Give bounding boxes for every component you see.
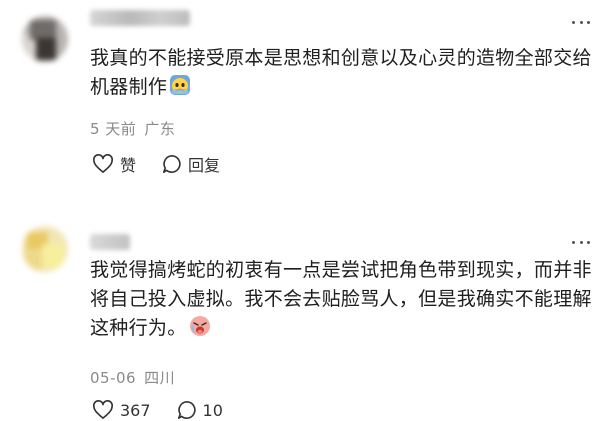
comment-bubble-icon: [177, 401, 196, 419]
comment-text: 我真的不能接受原本是思想和创意以及心灵的造物全部交给机器制作: [90, 44, 595, 105]
reply-button[interactable]: 10: [177, 400, 223, 420]
username-blurred[interactable]: [90, 234, 130, 250]
like-button[interactable]: 赞: [92, 152, 136, 176]
comment-time: 5 天前: [90, 120, 137, 138]
comment-body: 我觉得搞烤蛇的初衷有一点是尝试把角色带到现实，而并非将自己投入虚拟。我不会去贴脸…: [90, 259, 592, 339]
more-horizontal-icon[interactable]: [572, 20, 590, 24]
comment-bubble-icon: [163, 155, 181, 173]
comment-location: 四川: [144, 369, 176, 387]
comment-meta: 5 天前 广东: [90, 118, 175, 139]
comment-actions: 367 10: [92, 400, 249, 420]
crying-face-emoji: [189, 315, 211, 346]
comment-item: 我真的不能接受原本是思想和创意以及心灵的造物全部交给机器制作 5 天前 广东 赞 …: [0, 0, 612, 190]
comment-time: 05-06: [90, 369, 137, 387]
comment-text: 我觉得搞烤蛇的初衷有一点是尝试把角色带到现实，而并非将自己投入虚拟。我不会去贴脸…: [90, 256, 595, 346]
username-blurred[interactable]: [90, 10, 190, 26]
worried-face-emoji: [169, 74, 191, 105]
avatar[interactable]: [22, 226, 68, 272]
comment-body: 我真的不能接受原本是思想和创意以及心灵的造物全部交给机器制作: [90, 47, 592, 98]
avatar[interactable]: [22, 16, 68, 62]
comment-item: 我觉得搞烤蛇的初衷有一点是尝试把角色带到现实，而并非将自己投入虚拟。我不会去贴脸…: [0, 212, 612, 421]
reply-count: 10: [202, 400, 223, 420]
like-count: 367: [120, 400, 151, 420]
like-button[interactable]: 367: [92, 400, 151, 420]
comment-actions: 赞 回复: [92, 152, 246, 176]
comment-meta: 05-06 四川: [90, 367, 175, 388]
reply-button[interactable]: 回复: [162, 152, 220, 176]
like-label: 赞: [120, 156, 137, 175]
more-horizontal-icon[interactable]: [572, 240, 590, 244]
heart-outline-icon: [93, 154, 113, 173]
heart-outline-icon: [93, 400, 113, 419]
reply-label: 回复: [188, 156, 221, 175]
comment-location: 广东: [144, 120, 176, 138]
